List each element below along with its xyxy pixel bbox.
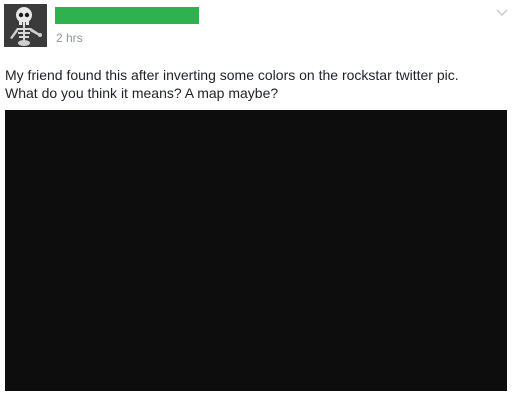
post-image[interactable]	[5, 110, 507, 391]
author-name-redaction	[55, 7, 199, 24]
avatar[interactable]	[4, 4, 47, 47]
post-text-line: What do you think it means? A map maybe?	[5, 85, 279, 101]
post-text-line: My friend found this after inverting som…	[5, 67, 459, 83]
post-timestamp[interactable]: 2 hrs	[56, 31, 83, 45]
chevron-down-icon[interactable]	[496, 8, 508, 18]
post-text: My friend found this after inverting som…	[5, 66, 510, 102]
facebook-post: 2 hrs My friend found this after inverti…	[0, 0, 514, 400]
skeleton-icon	[4, 4, 47, 47]
